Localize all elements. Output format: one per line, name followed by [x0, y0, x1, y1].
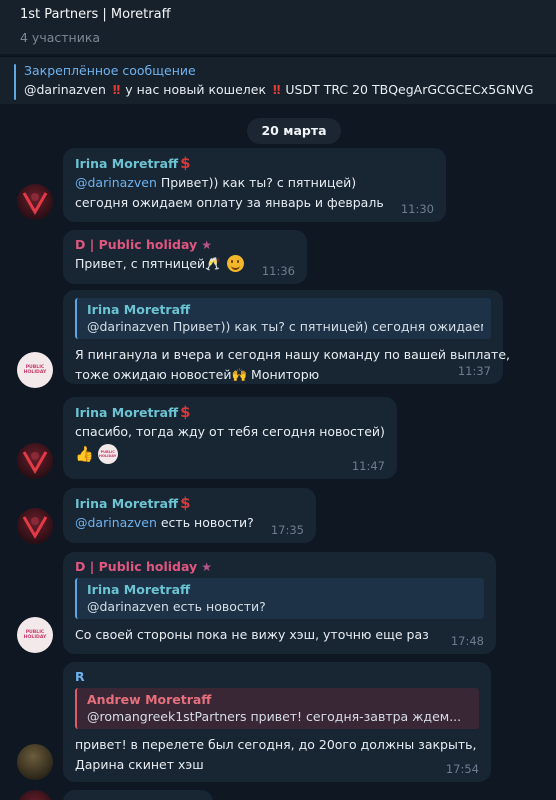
reply-text: @darinazven есть новости? — [87, 599, 266, 614]
mention-link[interactable]: @darinazven — [75, 515, 157, 530]
message-text-part: есть новости? — [156, 515, 254, 530]
sender-name[interactable]: R — [75, 668, 479, 686]
message-bubble[interactable]: R Andrew Moretraff @romangreek1stPartner… — [63, 662, 491, 782]
message-bubble[interactable]: Irina Moretraff @darinazven Привет)) как… — [63, 290, 511, 385]
reply-text: @romangreek1stPartners привет! сегодня-з… — [87, 709, 462, 724]
message-time: 11:37 — [457, 364, 491, 378]
pinned-indicator — [14, 64, 16, 100]
chat-title: 1st Partners | Moretraff — [20, 7, 171, 22]
message-bubble[interactable]: Irina Moretraff $ спасибо, тогда жду от т… — [63, 397, 397, 479]
avatar-public-holiday[interactable]: PUBLIC HOLIDAY — [17, 352, 53, 388]
sender-label: D | Public holiday — [75, 559, 198, 574]
message-text: Со своей стороны пока не вижу хэш, уточн… — [75, 627, 429, 642]
message-text-part: Привет, с пятницей — [75, 256, 206, 271]
message-bubble[interactable]: Irina Moretraff $ @darinazven Привет)) ка… — [63, 148, 446, 222]
message-time: 17:35 — [270, 523, 304, 537]
double-exclamation-icon: !! — [272, 82, 282, 97]
pinned-wallet: USDT TRC 20 TBQegArGCGCECx5GNVG — [285, 82, 534, 97]
pinned-mention: @darinazven — [24, 82, 106, 97]
message-time: 17:54 — [445, 762, 479, 776]
avatar-r[interactable] — [17, 744, 53, 780]
message-bubble[interactable]: D | Public holiday ★ Привет, с пятницей🥂 … — [63, 230, 307, 284]
message-text-part: тоже ожидаю новостей — [75, 367, 232, 382]
message-time: 11:30 — [400, 202, 434, 216]
irina-avatar-icon — [22, 192, 48, 215]
smile-emoji-icon — [226, 255, 244, 272]
sender-name[interactable]: D | Public holiday ★ — [75, 236, 295, 254]
message-text: @darinazven есть новости? — [75, 513, 304, 533]
pinned-body: у нас новый кошелек — [125, 82, 267, 97]
double-exclamation-icon: !! — [111, 82, 122, 97]
reply-sender: Irina Moretraff — [87, 582, 191, 597]
message-text: Дарина скинет хэш — [75, 757, 204, 772]
public-holiday-logo: PUBLIC HOLIDAY — [23, 365, 47, 375]
raised-hands-icon: 🙌 — [231, 367, 248, 382]
message-text-part: Привет)) как ты? с пятницей) — [156, 175, 357, 190]
member-count: 4 участника — [20, 30, 101, 45]
message-time: 17:48 — [450, 634, 484, 648]
reply-sender: Irina Moretraff — [87, 302, 191, 317]
public-holiday-sticker-icon: PUBLIC HOLIDAY — [97, 444, 118, 464]
dollar-icon: $ — [180, 403, 191, 421]
chat-header[interactable]: 1st Partners | Moretraff 4 участника — [0, 0, 556, 54]
message-text: привет! в перелете был сегодня, до 20ого… — [75, 737, 477, 752]
message-time: 11:36 — [261, 264, 295, 278]
message-text: @darinazven Привет)) как ты? с пятницей) — [75, 173, 434, 193]
sender-label: Irina Moretraff — [75, 156, 179, 171]
reply-sender: Andrew Moretraff — [87, 692, 212, 707]
reply-preview[interactable]: Irina Moretraff @darinazven есть новости… — [75, 578, 484, 619]
message-text: Я пинганула и вчера и сегодня нашу коман… — [75, 347, 511, 362]
reply-preview[interactable]: Andrew Moretraff @romangreek1stPartners … — [75, 688, 479, 729]
message-text: тоже ожидаю новостей🙌 Мониторю — [75, 365, 491, 385]
sender-label: D | Public holiday — [75, 237, 198, 252]
reply-preview[interactable]: Irina Moretraff @darinazven Привет)) как… — [75, 298, 491, 339]
avatar-irina[interactable] — [17, 508, 53, 544]
thumbs-up-icon: 👍 — [75, 445, 94, 463]
date-divider: 20 марта — [247, 118, 341, 144]
message-text-part: Мониторю — [247, 367, 320, 382]
dollar-icon: $ — [180, 494, 191, 512]
pinned-message[interactable]: Закреплённое сообщение @darinazven !! у … — [0, 56, 556, 104]
star-icon: ★ — [201, 238, 212, 252]
sender-name[interactable]: Irina Moretraff $ — [75, 403, 385, 422]
emoji-row: 👍 PUBLIC HOLIDAY — [75, 442, 385, 466]
irina-avatar-icon — [22, 451, 48, 474]
avatar-irina[interactable] — [17, 790, 53, 800]
sticker-label: PUBLIC HOLIDAY — [99, 450, 117, 458]
pinned-label: Закреплённое сообщение — [24, 63, 196, 78]
sender-name[interactable]: D | Public holiday ★ — [75, 558, 484, 576]
avatar-public-holiday[interactable]: PUBLIC HOLIDAY — [17, 617, 53, 653]
avatar-irina[interactable] — [17, 443, 53, 479]
pinned-text: @darinazven !! у нас новый кошелек !! US… — [24, 82, 556, 98]
sender-label: Irina Moretraff — [75, 405, 179, 420]
mention-link[interactable]: @darinazven — [75, 175, 157, 190]
dollar-icon: $ — [180, 154, 191, 172]
champagne-glasses-icon: 🥂 — [205, 256, 221, 271]
sender-name[interactable]: Irina Moretraff $ — [75, 154, 434, 173]
sender-name[interactable]: Irina Moretraff $ — [75, 494, 304, 513]
avatar-irina[interactable] — [17, 184, 53, 220]
sender-label: Irina Moretraff — [75, 496, 179, 511]
irina-avatar-icon — [22, 516, 48, 539]
message-time: 11:47 — [351, 459, 385, 473]
message-bubble[interactable]: D | Public holiday ★ Irina Moretraff @dar… — [63, 552, 496, 654]
message-bubble-partial[interactable] — [63, 790, 213, 800]
public-holiday-logo: PUBLIC HOLIDAY — [23, 630, 47, 640]
message-text: спасибо, тогда жду от тебя сегодня новос… — [75, 424, 385, 439]
message-text: сегодня ожидаем оплату за январь и февра… — [75, 195, 384, 210]
message-bubble[interactable]: Irina Moretraff $ @darinazven есть новост… — [63, 488, 316, 543]
star-icon: ★ — [201, 560, 212, 574]
reply-text: @darinazven Привет)) как ты? с пятницей)… — [87, 319, 483, 334]
